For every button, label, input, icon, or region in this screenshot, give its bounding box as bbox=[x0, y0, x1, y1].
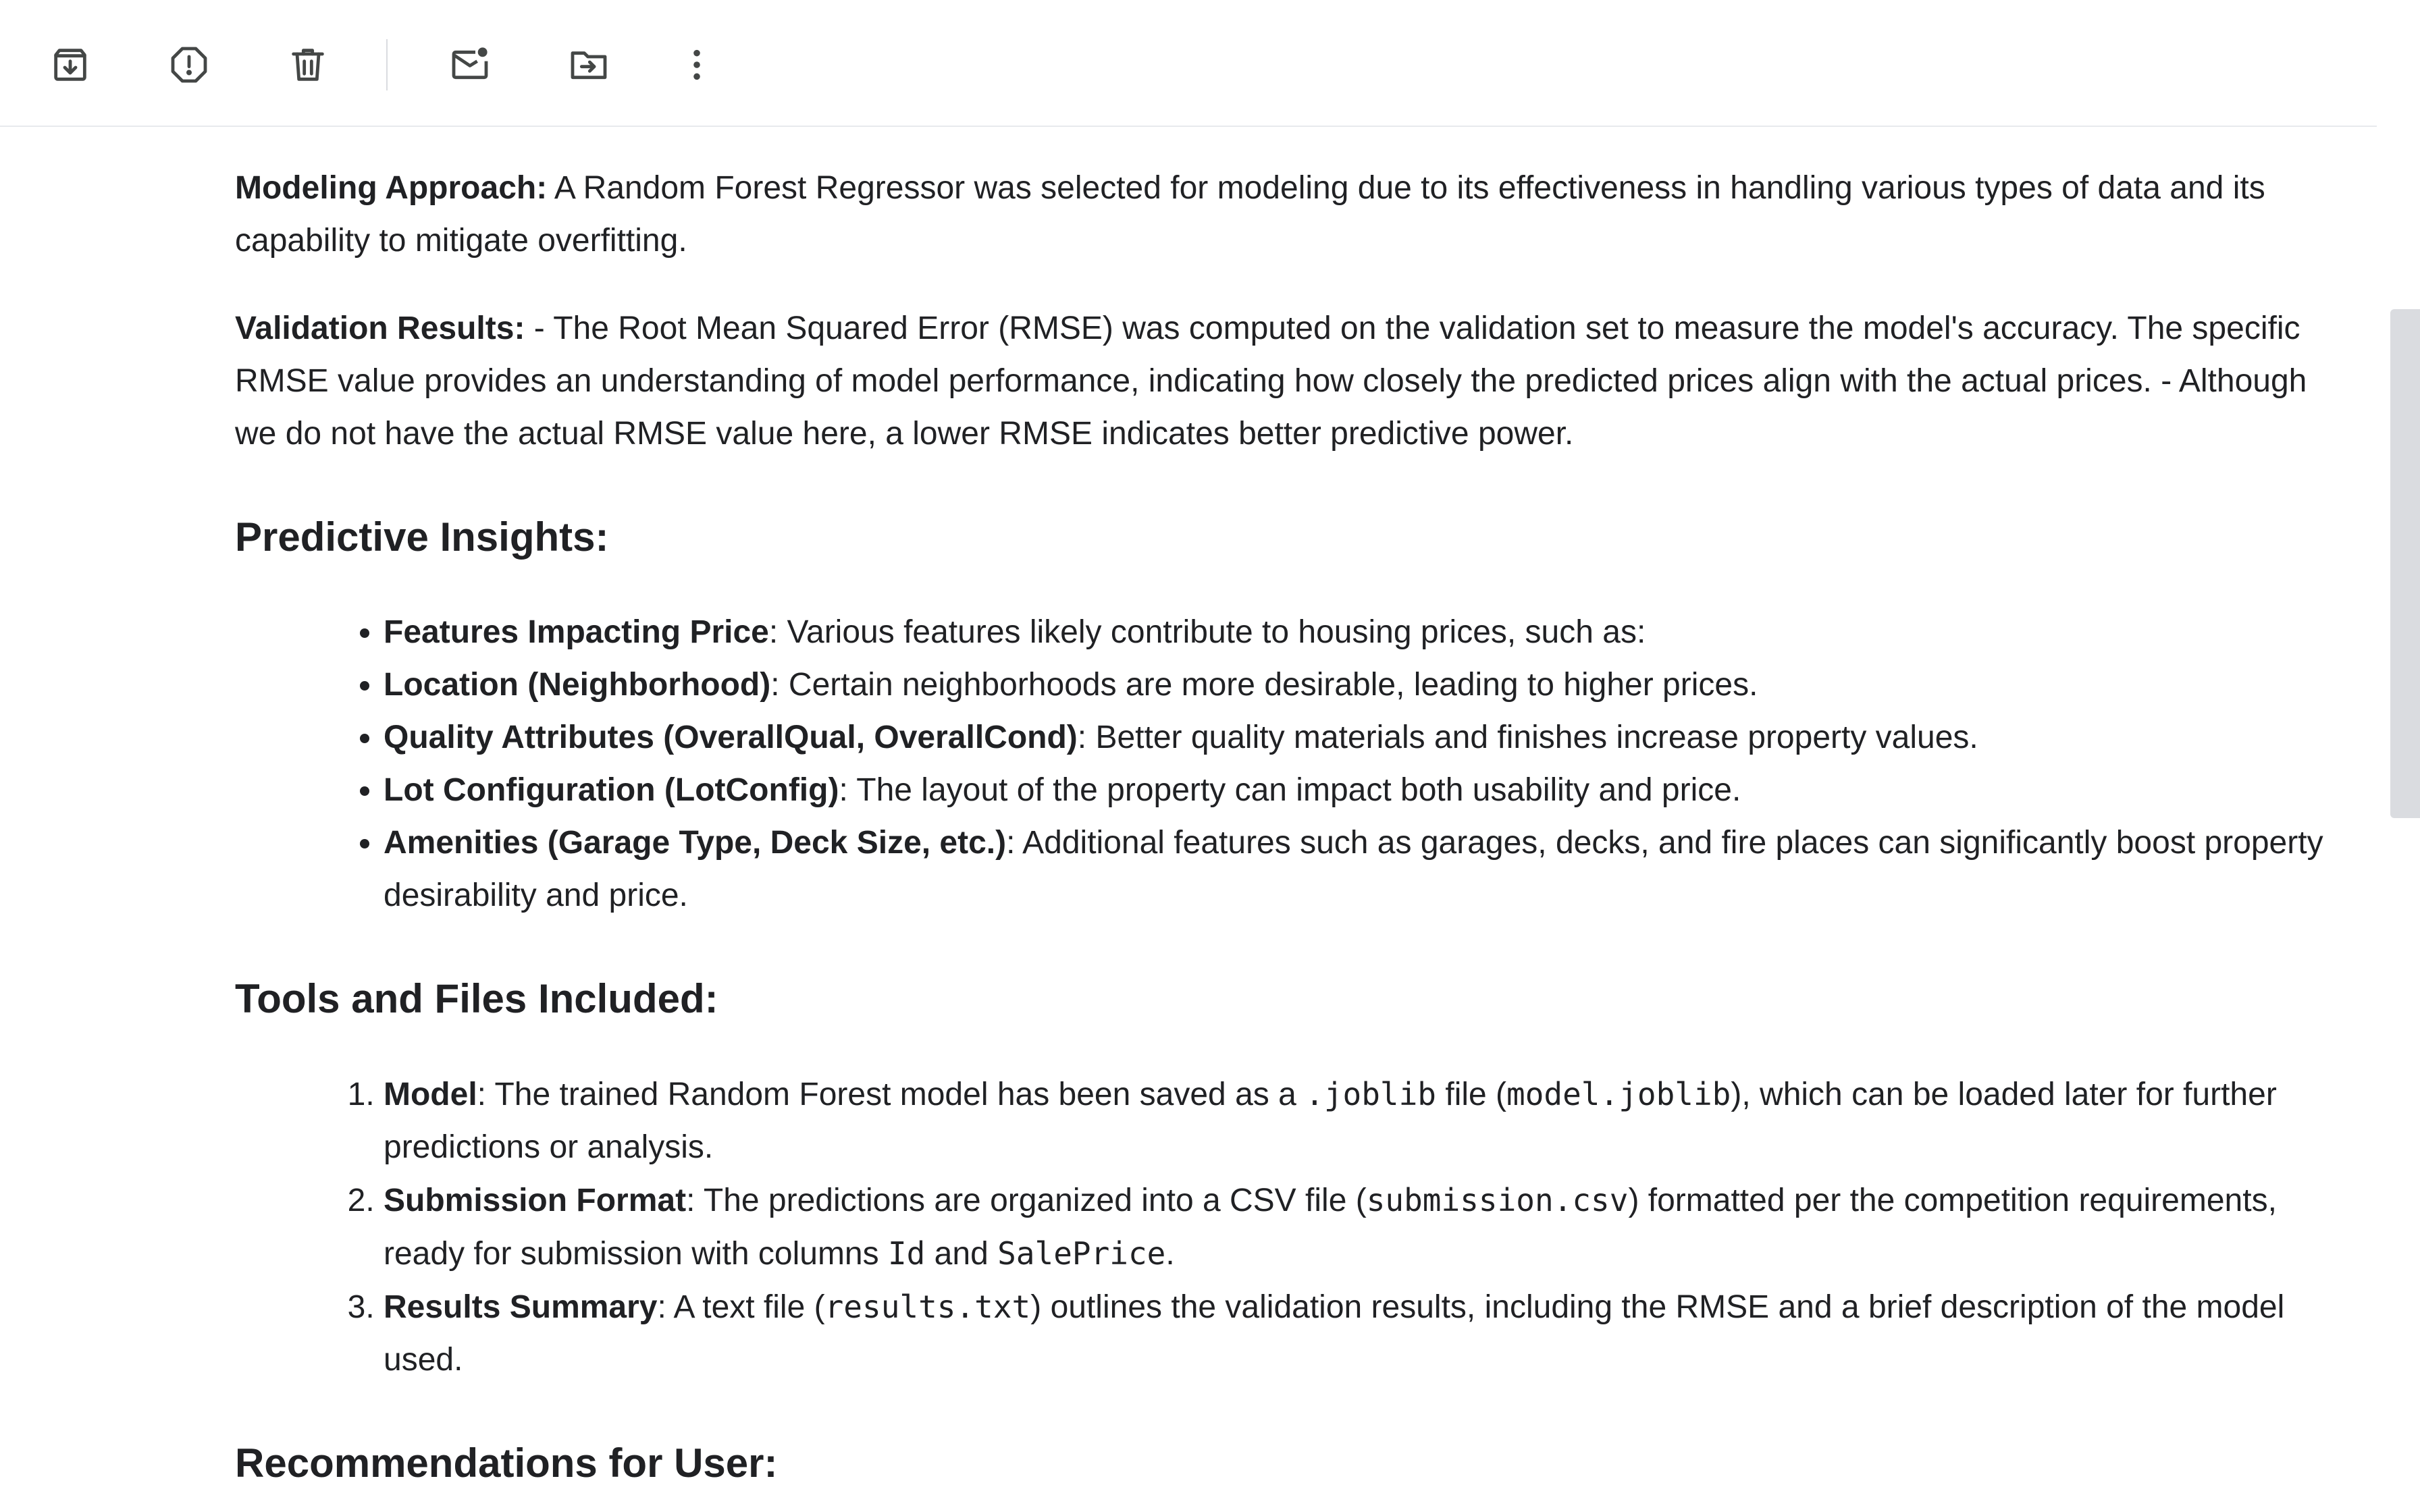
validation-results-label: Validation Results: bbox=[235, 310, 525, 346]
tools-files-heading: Tools and Files Included: bbox=[235, 976, 718, 1021]
report-spam-button[interactable] bbox=[158, 34, 220, 96]
modeling-approach-label: Modeling Approach: bbox=[235, 170, 548, 206]
more-options-button[interactable] bbox=[666, 34, 728, 96]
mark-unread-icon bbox=[452, 47, 488, 80]
more-vert-icon bbox=[693, 49, 700, 80]
toolbar-divider bbox=[386, 39, 388, 90]
validation-results-paragraph: Validation Results: - The Root Mean Squa… bbox=[235, 302, 2342, 460]
inline-code: submission.csv bbox=[1366, 1182, 1629, 1218]
message-body: Modeling Approach: A Random Forest Regre… bbox=[235, 162, 2342, 1512]
list-item: Location (Neighborhood): Certain neighbo… bbox=[384, 659, 2342, 711]
list-item: Model: The trained Random Forest model h… bbox=[384, 1068, 2342, 1174]
list-item: Lot Configuration (LotConfig): The layou… bbox=[384, 764, 2342, 817]
list-item: Features Impacting Price: Various featur… bbox=[384, 606, 2342, 659]
inline-code: results.txt bbox=[824, 1289, 1031, 1325]
validation-results-text: - The Root Mean Squared Error (RMSE) was… bbox=[235, 310, 2307, 452]
tool-text: : The trained Random Forest model has be… bbox=[477, 1077, 1306, 1112]
insight-label: Features Impacting Price bbox=[384, 614, 769, 650]
tool-label: Model bbox=[384, 1077, 477, 1112]
insight-label: Amenities (Garage Type, Deck Size, etc.) bbox=[384, 825, 1007, 861]
mark-unread-button[interactable] bbox=[439, 34, 501, 96]
inline-code: SalePrice bbox=[997, 1235, 1166, 1272]
predictive-insights-heading: Predictive Insights: bbox=[235, 514, 609, 560]
insight-text: : Various features likely contribute to … bbox=[768, 614, 1646, 650]
tools-list: Model: The trained Random Forest model h… bbox=[235, 1068, 2342, 1386]
tool-text: . bbox=[1165, 1236, 1175, 1272]
inline-code: model.joblib bbox=[1506, 1076, 1731, 1112]
tool-label: Submission Format bbox=[384, 1183, 687, 1218]
tool-text: and bbox=[925, 1236, 998, 1272]
tool-label: Results Summary bbox=[384, 1289, 658, 1325]
tool-text: : The predictions are organized into a C… bbox=[686, 1183, 1367, 1218]
insight-text: : The layout of the property can impact … bbox=[839, 772, 1741, 808]
list-item: Results Summary: A text file (results.tx… bbox=[384, 1280, 2342, 1386]
archive-button[interactable] bbox=[39, 34, 101, 96]
tool-text: file ( bbox=[1436, 1077, 1507, 1112]
email-toolbar bbox=[0, 0, 2377, 127]
insight-text: : Better quality materials and finishes … bbox=[1077, 720, 1978, 755]
move-to-folder-icon bbox=[571, 51, 607, 80]
move-to-button[interactable] bbox=[558, 34, 620, 96]
list-item: Quality Attributes (OverallQual, Overall… bbox=[384, 711, 2342, 764]
insight-label: Location (Neighborhood) bbox=[384, 667, 771, 703]
tool-text: : A text file ( bbox=[657, 1289, 825, 1325]
insight-label: Lot Configuration (LotConfig) bbox=[384, 772, 839, 808]
email-view: Modeling Approach: A Random Forest Regre… bbox=[0, 0, 2420, 1512]
insight-label: Quality Attributes (OverallQual, Overall… bbox=[384, 720, 1078, 755]
archive-icon bbox=[54, 49, 86, 81]
inline-code: .joblib bbox=[1305, 1076, 1437, 1112]
report-spam-icon bbox=[171, 47, 207, 83]
recommendations-heading: Recommendations for User: bbox=[235, 1440, 778, 1486]
insight-text: : Certain neighborhoods are more desirab… bbox=[770, 667, 1758, 703]
scrollbar-thumb[interactable] bbox=[2390, 309, 2420, 818]
inline-code: Id bbox=[887, 1235, 926, 1272]
modeling-approach-paragraph: Modeling Approach: A Random Forest Regre… bbox=[235, 162, 2342, 267]
list-item: Submission Format: The predictions are o… bbox=[384, 1174, 2342, 1280]
insights-list: Features Impacting Price: Various featur… bbox=[235, 606, 2342, 922]
trash-icon bbox=[292, 49, 324, 81]
list-item: Amenities (Garage Type, Deck Size, etc.)… bbox=[384, 817, 2342, 922]
delete-button[interactable] bbox=[277, 34, 339, 96]
